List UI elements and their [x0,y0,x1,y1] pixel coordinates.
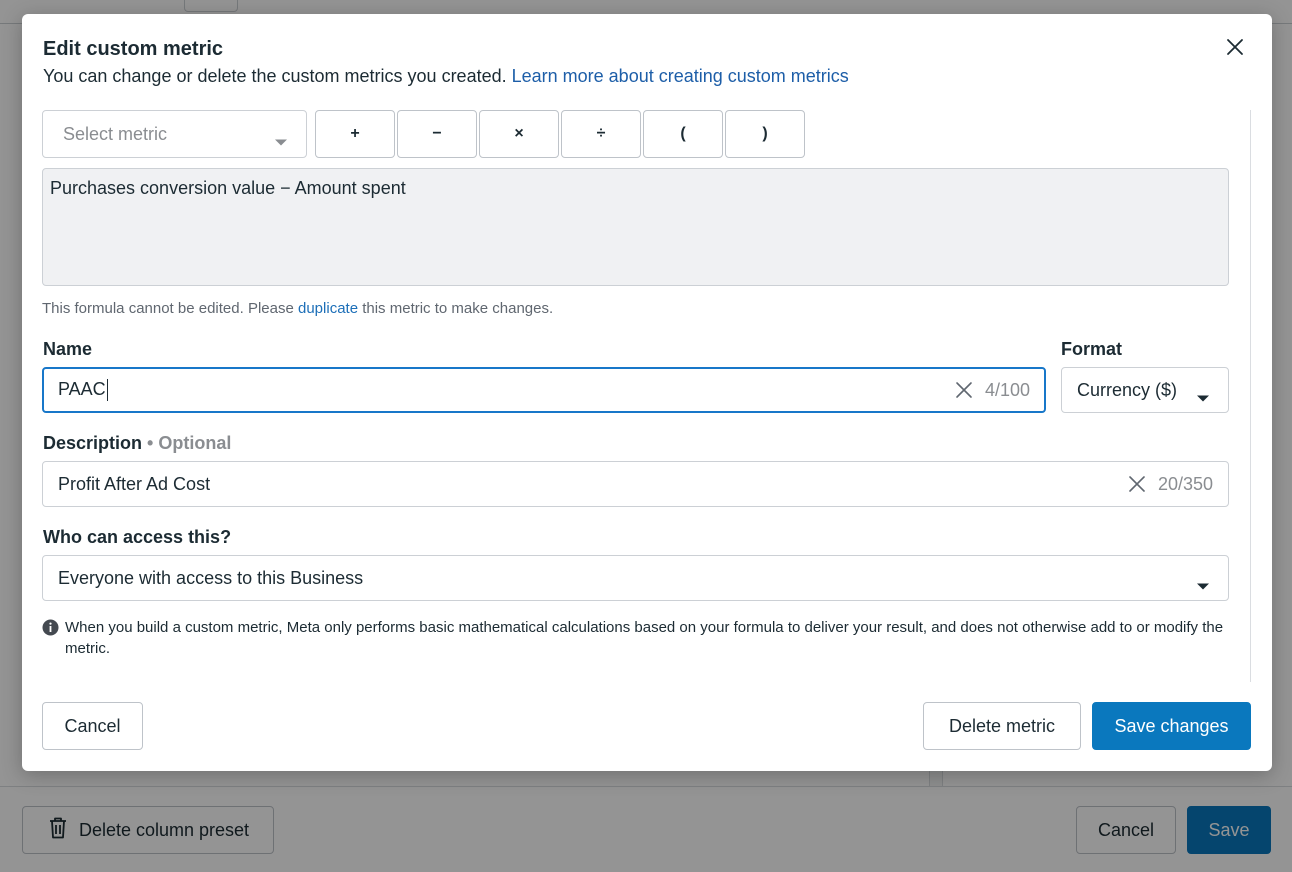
access-value: Everyone with access to this Business [58,567,364,588]
operator-plus-button[interactable]: + [315,110,395,158]
formula-note: This formula cannot be edited. Please du… [42,300,553,317]
select-metric-dropdown[interactable]: Select metric [42,110,307,158]
operator-divide-button[interactable]: ÷ [561,110,641,158]
optional-marker: • Optional [147,433,232,453]
format-label: Format [1061,339,1123,359]
operator-multiply-button[interactable]: × [479,110,559,158]
description-input[interactable]: Profit After Ad Cost 20/350 [42,461,1229,507]
name-input-value: PAAC [58,379,955,402]
info-icon [42,619,59,659]
edit-custom-metric-dialog: Edit custom metric You can change or del… [22,14,1272,771]
access-dropdown[interactable]: Everyone with access to this Business [42,555,1229,601]
cancel-button[interactable]: Cancel [42,702,143,750]
name-input[interactable]: PAAC 4/100 [42,367,1046,413]
clear-name-icon[interactable] [955,381,973,399]
formula-display: Purchases conversion value − Amount spen… [42,168,1229,286]
select-metric-placeholder: Select metric [63,123,168,144]
delete-metric-button[interactable]: Delete metric [923,702,1081,750]
operator-minus-button[interactable]: − [397,110,477,158]
scrollbar-track [1250,110,1251,682]
info-notice: When you build a custom metric, Meta onl… [42,617,1232,659]
save-changes-button[interactable]: Save changes [1092,702,1251,750]
chevron-down-icon [274,131,288,152]
close-button[interactable] [1222,36,1248,62]
chevron-down-icon [1196,575,1210,596]
learn-more-link[interactable]: Learn more about creating custom metrics [512,66,849,86]
close-icon [1226,38,1244,61]
dialog-title: Edit custom metric [43,38,224,60]
clear-description-icon[interactable] [1128,475,1146,493]
format-dropdown[interactable]: Currency ($) [1061,367,1229,413]
dialog-subtitle: You can change or delete the custom metr… [43,66,849,87]
description-label: Description • Optional [43,433,232,453]
duplicate-link[interactable]: duplicate [298,300,358,317]
dialog-subtitle-text: You can change or delete the custom metr… [43,66,507,86]
format-value: Currency ($) [1077,379,1178,400]
formula-note-before: This formula cannot be edited. Please [42,300,294,317]
operator-close-paren-button[interactable]: ) [725,110,805,158]
description-input-value: Profit After Ad Cost [58,473,211,494]
formula-note-after: this metric to make changes. [362,300,554,317]
name-char-counter: 4/100 [984,379,1030,400]
info-text: When you build a custom metric, Meta onl… [65,619,1224,657]
description-char-counter: 20/350 [1157,473,1213,494]
operator-open-paren-button[interactable]: ( [643,110,723,158]
access-label: Who can access this? [43,527,232,547]
name-label: Name [43,339,93,359]
chevron-down-icon [1196,387,1210,408]
